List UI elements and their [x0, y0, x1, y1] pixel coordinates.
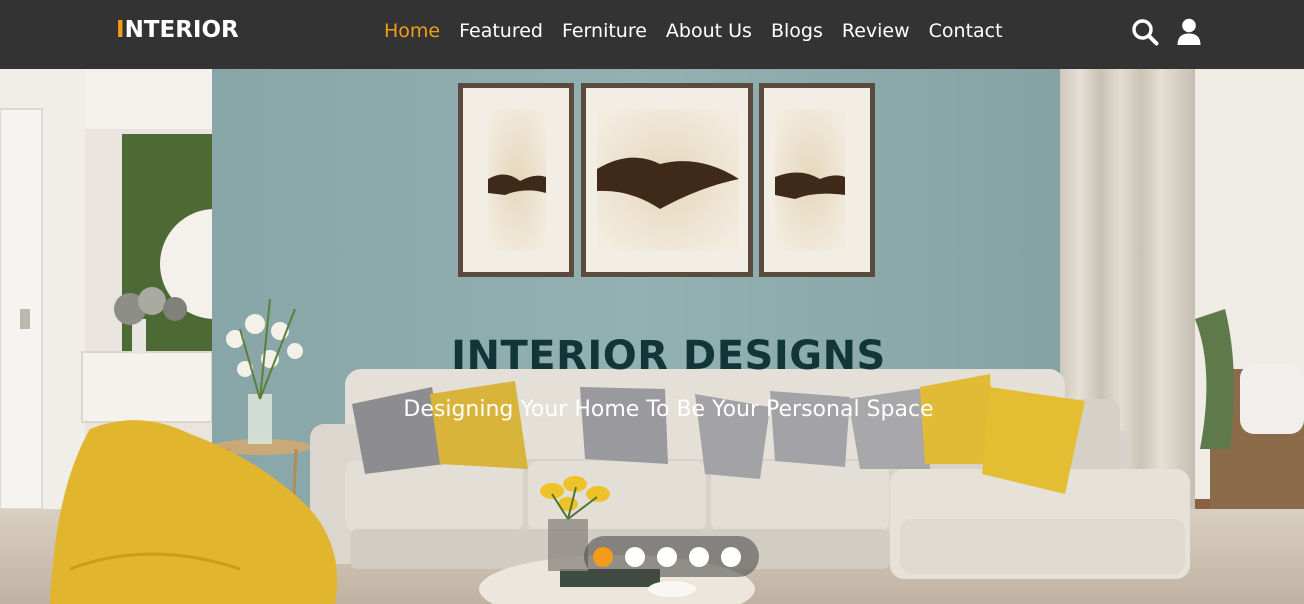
- slider-dot-5[interactable]: [721, 546, 741, 567]
- slider-dot-2[interactable]: [625, 546, 645, 567]
- logo[interactable]: INTERIOR: [116, 17, 239, 43]
- wall-art: [458, 83, 875, 277]
- nav-link-ferniture[interactable]: Ferniture: [562, 20, 647, 42]
- slider-dot-4[interactable]: [689, 546, 709, 567]
- hero-slider: INTERIOR DESIGNS Designing Your Home To …: [0, 69, 1304, 604]
- slider-dot-3[interactable]: [657, 546, 677, 567]
- slider-dot-1[interactable]: [593, 546, 613, 567]
- hero-title: INTERIOR DESIGNS: [451, 333, 886, 379]
- slider-dots: [584, 536, 759, 577]
- nav-link-review[interactable]: Review: [842, 20, 910, 42]
- search-icon[interactable]: [1131, 18, 1159, 46]
- user-icon[interactable]: [1177, 18, 1201, 46]
- logo-accent-letter: I: [116, 17, 125, 43]
- hero-subtitle: Designing Your Home To Be Your Personal …: [403, 397, 934, 422]
- logo-text: NTERIOR: [124, 17, 239, 43]
- nav-link-contact[interactable]: Contact: [929, 20, 1003, 42]
- nav-menu: Home Featured Ferniture About Us Blogs R…: [384, 20, 1022, 42]
- nav-link-about-us[interactable]: About Us: [666, 20, 752, 42]
- nav-link-blogs[interactable]: Blogs: [771, 20, 823, 42]
- navbar: INTERIOR Home Featured Ferniture About U…: [0, 0, 1304, 69]
- nav-link-featured[interactable]: Featured: [459, 20, 543, 42]
- nav-icons: [1131, 18, 1201, 46]
- nav-link-home[interactable]: Home: [384, 20, 440, 42]
